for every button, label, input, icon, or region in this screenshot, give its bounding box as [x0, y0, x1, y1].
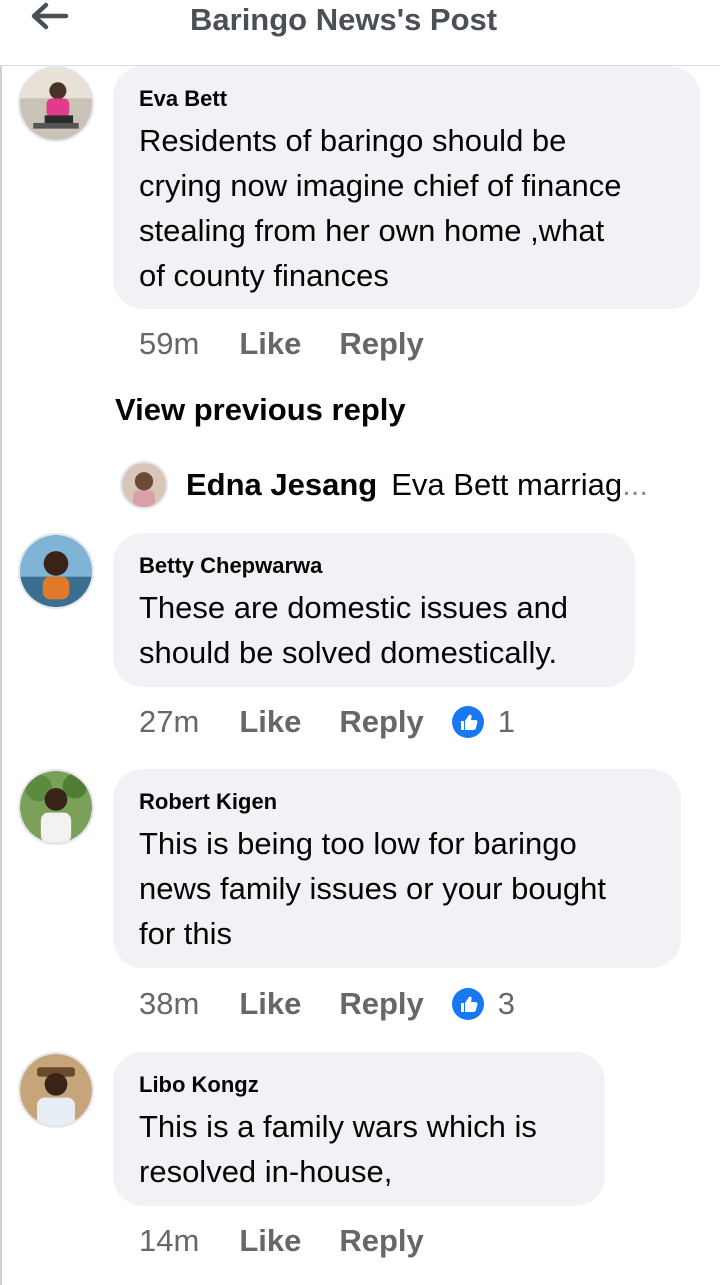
- avatar-eva-bett[interactable]: [18, 66, 94, 142]
- reply-button[interactable]: Reply: [339, 1223, 423, 1259]
- comment-line: of county finances: [139, 258, 389, 293]
- comment-line: This is a family wars which is: [139, 1109, 537, 1144]
- comment-actions: 38m Like Reply 3: [139, 982, 515, 1026]
- comment-line: for this: [139, 916, 233, 951]
- comment-bubble: Betty Chepwarwa These are domestic issue…: [113, 533, 635, 687]
- reply-ellipsis: ...: [622, 467, 648, 502]
- comment-author[interactable]: Libo Kongz: [139, 1072, 579, 1098]
- avatar-edna-jesang[interactable]: [120, 461, 168, 509]
- comment-bubble: Eva Bett Residents of baringo should be …: [113, 66, 700, 309]
- comment-line: news family issues or your bought: [139, 871, 606, 906]
- like-button[interactable]: Like: [239, 1223, 301, 1259]
- avatar-betty-chepwarwa[interactable]: [18, 533, 94, 609]
- like-button[interactable]: Like: [239, 326, 301, 362]
- thumbs-up-icon: [451, 988, 484, 1020]
- comment-actions: 59m Like Reply: [139, 322, 462, 366]
- comment-actions: 27m Like Reply 1: [139, 700, 515, 744]
- back-button[interactable]: [26, 0, 70, 36]
- reaction-count[interactable]: 3: [451, 986, 516, 1022]
- comment-line: This is being too low for baringo: [139, 826, 577, 861]
- comment-line: Residents of baringo should be: [139, 123, 567, 158]
- comment-time[interactable]: 38m: [139, 986, 199, 1022]
- thumbs-up-icon: [451, 706, 484, 738]
- comment-line: These are domestic issues and: [139, 590, 569, 625]
- reply-button[interactable]: Reply: [339, 326, 423, 362]
- reaction-count[interactable]: 1: [451, 704, 516, 740]
- comment-text: This is being too low for baringo news f…: [139, 821, 655, 956]
- comment-actions: 14m Like Reply: [139, 1219, 462, 1263]
- view-previous-reply-link[interactable]: View previous reply: [115, 392, 406, 428]
- comment-author[interactable]: Betty Chepwarwa: [139, 553, 609, 579]
- page-title: Baringo News's Post: [190, 2, 498, 37]
- reply-text: Eva Bett marriag: [391, 467, 623, 502]
- reply-button[interactable]: Reply: [339, 704, 423, 740]
- comment-line: crying now imagine chief of finance: [139, 168, 622, 203]
- left-border: [0, 0, 2, 1285]
- reaction-count-value: 3: [497, 986, 516, 1021]
- comment-author[interactable]: Eva Bett: [139, 86, 674, 112]
- arrow-left-icon: [31, 2, 69, 30]
- like-button[interactable]: Like: [239, 704, 301, 740]
- comment-text: This is a family wars which is resolved …: [139, 1104, 579, 1194]
- reply-preview[interactable]: Edna Jesang Eva Bett marriag ...: [120, 458, 648, 512]
- comment-time[interactable]: 27m: [139, 704, 199, 740]
- comment-bubble: Robert Kigen This is being too low for b…: [113, 769, 681, 968]
- comment-time[interactable]: 14m: [139, 1223, 199, 1259]
- reply-button[interactable]: Reply: [339, 986, 423, 1022]
- avatar-robert-kigen[interactable]: [18, 769, 94, 845]
- comment-time[interactable]: 59m: [139, 326, 199, 362]
- reply-author: Edna Jesang: [186, 467, 378, 502]
- comment-line: should be solved domestically.: [139, 635, 558, 670]
- like-button[interactable]: Like: [239, 986, 301, 1022]
- comment-author[interactable]: Robert Kigen: [139, 789, 655, 815]
- comment-line: resolved in-house,: [139, 1154, 393, 1189]
- post-header: Baringo News's Post: [0, 0, 720, 66]
- avatar-libo-kongz[interactable]: [18, 1052, 94, 1128]
- reaction-count-value: 1: [497, 704, 516, 739]
- comment-text: These are domestic issues and should be …: [139, 585, 609, 675]
- comment-text: Residents of baringo should be crying no…: [139, 118, 674, 298]
- comment-bubble: Libo Kongz This is a family wars which i…: [113, 1052, 605, 1206]
- comment-line: stealing from her own home ,what: [139, 213, 605, 248]
